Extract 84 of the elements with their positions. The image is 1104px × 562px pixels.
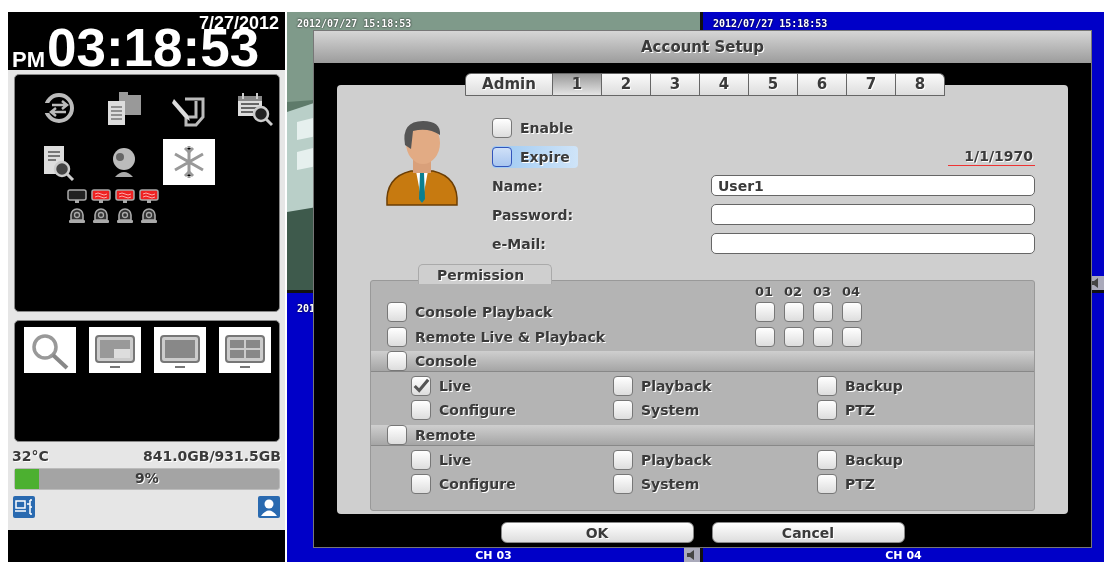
tab[interactable]: 2: [602, 73, 651, 96]
checkbox[interactable]: [817, 375, 837, 396]
tab[interactable]: 6: [798, 73, 847, 96]
user-icon[interactable]: [258, 496, 280, 518]
checkbox-label: Playback: [641, 377, 712, 394]
checkbox[interactable]: [784, 326, 804, 347]
checkbox[interactable]: [387, 425, 407, 445]
folder-icon: [105, 89, 143, 127]
expire-date: 1/1/1970: [948, 147, 1035, 166]
dialog-button[interactable]: OK: [500, 522, 694, 543]
checkbox-label: System: [641, 401, 700, 418]
speaker-icon[interactable]: [684, 548, 700, 562]
checkbox[interactable]: [755, 301, 775, 322]
checkbox[interactable]: [387, 351, 407, 371]
tab[interactable]: 5: [749, 73, 798, 96]
checkbox[interactable]: [817, 399, 837, 420]
checkbox-label: PTZ: [845, 475, 875, 492]
checkbox-label: Backup: [845, 377, 903, 394]
disk-space-text: 841.0GB/931.5GB: [143, 448, 281, 464]
checkbox[interactable]: [411, 375, 431, 396]
channel-label: CH 04: [885, 549, 922, 562]
checkbox-label: Playback: [641, 451, 712, 468]
checkbox[interactable]: [813, 301, 833, 322]
checkbox[interactable]: [755, 326, 775, 347]
checkbox[interactable]: [387, 326, 407, 347]
tab[interactable]: 3: [651, 73, 700, 96]
checkbox[interactable]: [492, 117, 512, 138]
checkbox[interactable]: [817, 449, 837, 470]
tab[interactable]: 4: [700, 73, 749, 96]
checkbox[interactable]: [492, 146, 512, 167]
checkbox-label: Expire: [520, 148, 570, 165]
checkbox-label: Enable: [520, 119, 574, 136]
tab[interactable]: Admin: [465, 73, 553, 96]
tab[interactable]: 1: [553, 73, 602, 96]
checkbox-label: PTZ: [845, 401, 875, 418]
disk-usage-text: 9%: [134, 470, 160, 486]
checkbox[interactable]: [613, 449, 633, 470]
text-field[interactable]: [711, 204, 1035, 225]
checkbox[interactable]: [817, 473, 837, 494]
camera-timestamp: 2012/07/27 15:18:53: [713, 18, 828, 29]
checkbox[interactable]: [842, 301, 862, 322]
checkbox-label: Live: [439, 377, 472, 394]
checkbox-label: Console: [415, 353, 478, 369]
camera-timestamp: 201: [297, 303, 316, 314]
channel-number: 04: [842, 285, 862, 299]
camera-timestamp: 2012/07/27 15:18:53: [297, 18, 412, 29]
checkbox-label: Configure: [439, 401, 516, 418]
field-label: Password:: [492, 206, 575, 223]
checkbox[interactable]: [411, 449, 431, 470]
checkbox-label: System: [641, 475, 700, 492]
checkbox[interactable]: [387, 301, 407, 322]
checkbox[interactable]: [411, 399, 431, 420]
channel-label: CH 03: [475, 549, 512, 562]
checkbox-label: Console Playback: [415, 303, 553, 320]
checkbox[interactable]: [842, 326, 862, 347]
tab[interactable]: 7: [847, 73, 896, 96]
view-button[interactable]: [89, 327, 141, 373]
view-button[interactable]: [154, 327, 206, 373]
text-field[interactable]: [711, 233, 1035, 254]
dialog-title: Account Setup: [314, 31, 1091, 63]
checkbox[interactable]: [813, 326, 833, 347]
text-field[interactable]: User1: [711, 175, 1035, 196]
checkbox[interactable]: [411, 473, 431, 494]
checkbox[interactable]: [784, 301, 804, 322]
checkbox[interactable]: [613, 399, 633, 420]
field-label: Name:: [492, 177, 544, 194]
checkbox-label: Remote Live & Playback: [415, 328, 606, 345]
tab[interactable]: 8: [896, 73, 945, 96]
channel-number: 01: [755, 285, 775, 299]
checkbox-label: Backup: [845, 451, 903, 468]
checkbox-label: Live: [439, 451, 472, 468]
view-button[interactable]: [24, 327, 76, 373]
channel-number: 02: [784, 285, 804, 299]
checkbox-label: Configure: [439, 475, 516, 492]
dialog-button[interactable]: Cancel: [711, 522, 905, 543]
checkbox-label: Remote: [415, 427, 476, 443]
clock-meridiem: PM: [12, 50, 45, 70]
checkbox[interactable]: [613, 375, 633, 396]
network-icon[interactable]: [13, 496, 35, 518]
channel-number: 03: [813, 285, 833, 299]
checkbox[interactable]: [613, 473, 633, 494]
temperature-text: 32°C: [12, 448, 49, 464]
view-button[interactable]: [219, 327, 271, 373]
field-label: e-Mail:: [492, 235, 547, 252]
